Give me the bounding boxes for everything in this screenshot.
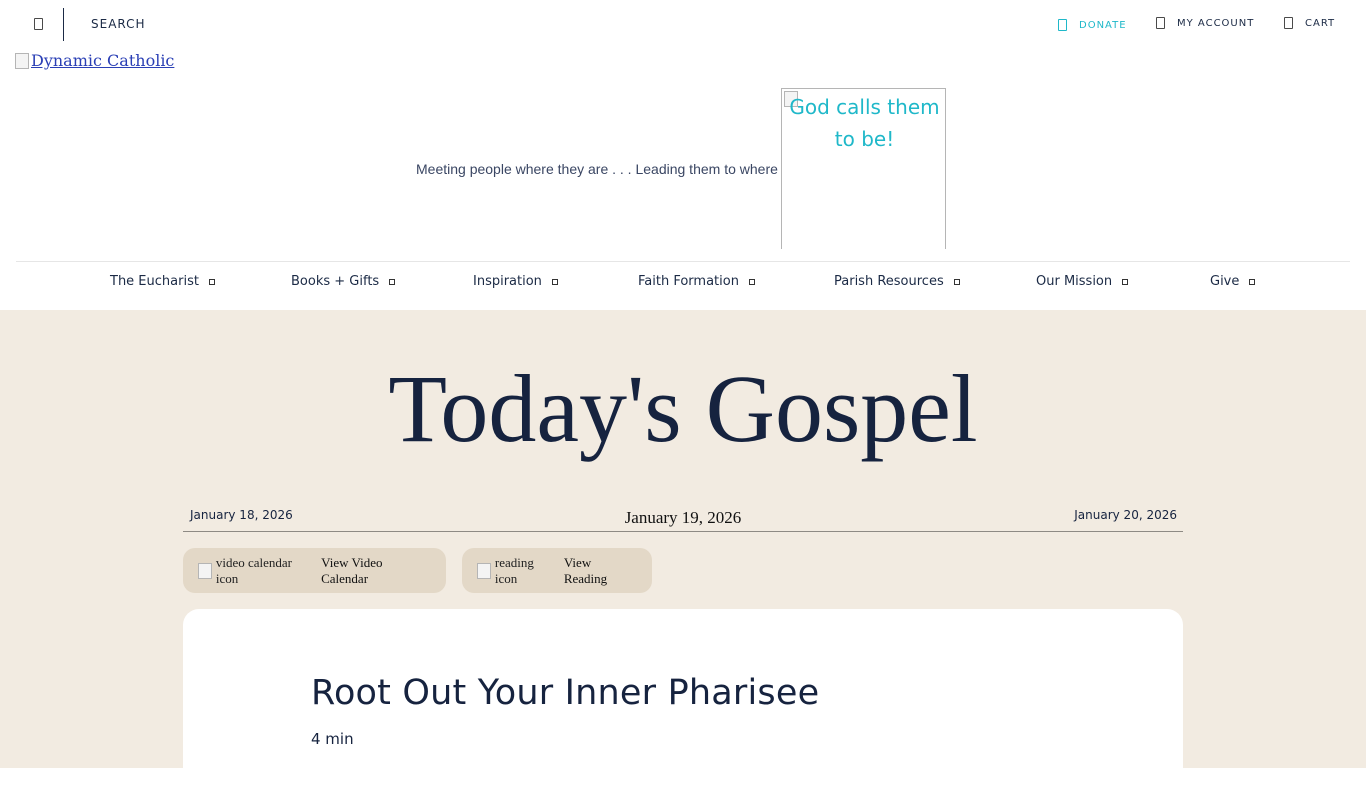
reflection-title: Root Out Your Inner Pharisee: [311, 673, 820, 713]
chevron-down-icon: [551, 278, 558, 285]
chevron-down-icon: [748, 278, 755, 285]
reflection-duration: 4 min: [311, 730, 354, 748]
main-nav: The Eucharist Books + Gifts Inspiration …: [0, 262, 1366, 310]
my-account-link[interactable]: MY ACCOUNT: [1156, 17, 1254, 29]
current-date: January 19, 2026: [624, 508, 742, 527]
nav-item-label: Faith Formation: [638, 274, 739, 289]
nav-item-the-eucharist[interactable]: The Eucharist: [110, 274, 215, 289]
donate-link[interactable]: DONATE: [1058, 19, 1127, 31]
nav-item-faith-formation[interactable]: Faith Formation: [638, 274, 755, 289]
search-link[interactable]: SEARCH: [91, 17, 146, 31]
top-utility-bar: SEARCH DONATE MY ACCOUNT CART: [0, 0, 1366, 48]
nav-item-label: Give: [1210, 274, 1240, 289]
chevron-down-icon: [208, 278, 215, 285]
nav-item-give[interactable]: Give: [1210, 274, 1256, 289]
reading-icon-alt: reading icon: [494, 554, 534, 586]
reflection-card: Root Out Your Inner Pharisee 4 min: [183, 609, 1183, 809]
view-reading-button[interactable]: reading icon View Reading: [462, 548, 652, 593]
reading-icon: [477, 562, 491, 579]
donate-label: DONATE: [1079, 19, 1127, 31]
logo-alt-text: Dynamic Catholic: [31, 51, 175, 70]
donate-icon: [1058, 19, 1067, 31]
nav-item-label: Our Mission: [1036, 274, 1113, 289]
nav-item-books-gifts[interactable]: Books + Gifts: [291, 274, 396, 289]
tagline-text: Meeting people where they are . . . Lead…: [416, 161, 778, 177]
nav-item-parish-resources[interactable]: Parish Resources: [834, 274, 960, 289]
video-calendar-label: View Video Calendar: [321, 554, 383, 586]
cart-icon: [1284, 17, 1293, 29]
chevron-down-icon: [1122, 278, 1129, 285]
nav-item-inspiration[interactable]: Inspiration: [473, 274, 558, 289]
gospel-section: Today's Gospel January 18, 2026 January …: [0, 310, 1366, 809]
account-icon: [1156, 17, 1165, 29]
menu-icon[interactable]: [34, 18, 43, 30]
site-logo-link[interactable]: Dynamic Catholic: [15, 51, 174, 70]
cart-label: CART: [1305, 17, 1336, 29]
nav-item-label: Books + Gifts: [291, 274, 380, 289]
chevron-down-icon: [1249, 278, 1256, 285]
next-date-link[interactable]: January 20, 2026: [1074, 508, 1177, 522]
chevron-down-icon: [389, 278, 396, 285]
tagline-image-alt: God calls them to be!: [789, 95, 940, 151]
nav-item-label: Inspiration: [473, 274, 542, 289]
video-icon-alt: video calendar icon: [215, 554, 292, 586]
nav-item-label: The Eucharist: [110, 274, 199, 289]
date-navigation: January 18, 2026 January 19, 2026 Januar…: [183, 504, 1183, 532]
page-title: Today's Gospel: [388, 355, 978, 462]
nav-item-label: Parish Resources: [834, 274, 944, 289]
tagline-image: God calls them to be!: [781, 88, 946, 249]
view-reading-label: View Reading: [563, 554, 608, 586]
chevron-down-icon: [953, 278, 960, 285]
video-calendar-icon: [198, 562, 212, 579]
view-video-calendar-button[interactable]: video calendar icon View Video Calendar: [183, 548, 446, 593]
broken-image-icon: [15, 52, 29, 69]
divider: [63, 8, 64, 41]
cart-link[interactable]: CART: [1284, 17, 1335, 29]
account-label: MY ACCOUNT: [1177, 17, 1255, 29]
nav-item-our-mission[interactable]: Our Mission: [1036, 274, 1129, 289]
